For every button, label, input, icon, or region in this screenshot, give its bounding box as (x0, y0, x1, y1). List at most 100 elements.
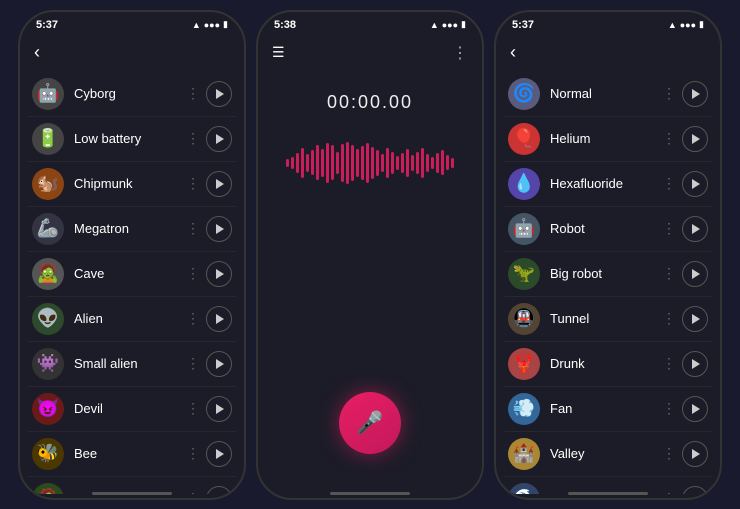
phone-content-left: 🤖 Cyborg ⋮ 🔋 Low battery ⋮ 🐿️ Chipmunk ⋮… (20, 72, 244, 494)
play-button[interactable] (682, 441, 708, 467)
wave-bar (361, 146, 364, 180)
wave-bar (441, 150, 444, 175)
wave-bar (431, 157, 434, 169)
wave-bar (321, 149, 324, 177)
play-button[interactable] (682, 306, 708, 332)
voice-item: 😈 Devil ⋮ (28, 387, 236, 432)
play-triangle-icon (216, 269, 224, 279)
timer-display: 00:00.00 (327, 92, 413, 113)
item-more-button[interactable]: ⋮ (186, 310, 200, 327)
item-more-button[interactable]: ⋮ (186, 175, 200, 192)
play-button[interactable] (206, 396, 232, 422)
hamburger-button[interactable]: ☰ (272, 44, 285, 61)
play-button[interactable] (206, 81, 232, 107)
home-indicator-left (92, 492, 172, 495)
voice-item: 🤖 Cyborg ⋮ (28, 72, 236, 117)
item-more-button[interactable]: ⋮ (662, 175, 676, 192)
status-bar-left: 5:37 ▲ ●●● ▮ (20, 12, 244, 34)
play-button[interactable] (682, 351, 708, 377)
status-icons-right: ▲ ●●● ▮ (668, 19, 704, 30)
play-triangle-icon (692, 179, 700, 189)
status-time-right: 5:37 (512, 19, 534, 31)
play-triangle-icon (216, 449, 224, 459)
play-triangle-icon (692, 224, 700, 234)
voice-list-right: 🌀 Normal ⋮ 🎈 Helium ⋮ 💧 Hexafluoride ⋮ 🤖… (496, 72, 720, 494)
voice-name: Robot (550, 221, 662, 236)
voice-emoji: 🐿️ (32, 168, 64, 200)
voice-name: Megatron (74, 221, 186, 236)
item-more-button[interactable]: ⋮ (186, 445, 200, 462)
voice-name: Chipmunk (74, 176, 186, 191)
item-more-button[interactable]: ⋮ (662, 445, 676, 462)
phone-header-middle: ☰ ⋮ (258, 34, 482, 72)
wave-bar (301, 148, 304, 178)
status-time-middle: 5:38 (274, 19, 296, 31)
item-more-button[interactable]: ⋮ (662, 355, 676, 372)
wave-bar (341, 144, 344, 182)
back-button-left[interactable]: ‹ (34, 42, 40, 63)
item-more-button[interactable]: ⋮ (662, 85, 676, 102)
play-triangle-icon (692, 269, 700, 279)
play-button[interactable] (682, 396, 708, 422)
voice-item: 🐝 Bee ⋮ (28, 432, 236, 477)
voice-emoji: 🤖 (32, 78, 64, 110)
item-more-button[interactable]: ⋮ (662, 220, 676, 237)
home-indicator-middle (330, 492, 410, 495)
wave-bar (346, 142, 349, 184)
play-triangle-icon (692, 404, 700, 414)
play-button[interactable] (206, 486, 232, 494)
more-button-middle[interactable]: ⋮ (452, 43, 468, 63)
play-button[interactable] (682, 171, 708, 197)
item-more-button[interactable]: ⋮ (662, 400, 676, 417)
phone-middle: 5:38 ▲ ●●● ▮ ☰ ⋮ 00:00.00 🎤 (256, 10, 484, 500)
back-button-right[interactable]: ‹ (510, 42, 516, 63)
voice-emoji: 🦖 (508, 258, 540, 290)
wave-bar (376, 150, 379, 176)
wave-bar (401, 153, 404, 173)
play-triangle-icon (692, 449, 700, 459)
item-more-button[interactable]: ⋮ (186, 400, 200, 417)
play-button[interactable] (682, 81, 708, 107)
play-button[interactable] (206, 306, 232, 332)
play-button[interactable] (206, 171, 232, 197)
voice-item: 🧟 Zombie ⋮ (28, 477, 236, 494)
play-button[interactable] (682, 486, 708, 494)
item-more-button[interactable]: ⋮ (186, 265, 200, 282)
voice-item: 🚇 Tunnel ⋮ (504, 297, 712, 342)
recorder-content: 00:00.00 🎤 (258, 72, 482, 494)
item-more-button[interactable]: ⋮ (186, 130, 200, 147)
wave-bar (451, 158, 454, 168)
play-button[interactable] (682, 126, 708, 152)
item-more-button[interactable]: ⋮ (662, 265, 676, 282)
voice-item: 🌀 Normal ⋮ (504, 72, 712, 117)
item-more-button[interactable]: ⋮ (662, 130, 676, 147)
item-more-button[interactable]: ⋮ (186, 85, 200, 102)
wifi-icon-m: ▲ (430, 20, 439, 30)
play-triangle-icon (216, 359, 224, 369)
item-more-button[interactable]: ⋮ (662, 310, 676, 327)
item-more-button[interactable]: ⋮ (186, 220, 200, 237)
item-more-button[interactable]: ⋮ (186, 355, 200, 372)
voice-name: Big robot (550, 266, 662, 281)
play-button[interactable] (206, 441, 232, 467)
voice-name: Small alien (74, 356, 186, 371)
phone-left: 5:37 ▲ ●●● ▮ ‹ 🤖 Cyborg ⋮ 🔋 Low battery … (18, 10, 246, 500)
wave-bar (406, 149, 409, 177)
status-bar-right: 5:37 ▲ ●●● ▮ (496, 12, 720, 34)
voice-name: Helium (550, 131, 662, 146)
voice-emoji: 💨 (508, 393, 540, 425)
record-button[interactable]: 🎤 (339, 392, 401, 454)
voice-name: Bee (74, 446, 186, 461)
voice-item: 💧 Hexafluoride ⋮ (504, 162, 712, 207)
wave-bar (366, 143, 369, 183)
voice-emoji: 🚇 (508, 303, 540, 335)
play-button[interactable] (206, 351, 232, 377)
play-button[interactable] (682, 261, 708, 287)
play-button[interactable] (682, 216, 708, 242)
play-button[interactable] (206, 126, 232, 152)
signal-icon-r: ●●● (680, 20, 696, 30)
play-button[interactable] (206, 216, 232, 242)
voice-item: 🌊 Underwater ⋮ (504, 477, 712, 494)
wave-bar (291, 157, 294, 169)
play-button[interactable] (206, 261, 232, 287)
